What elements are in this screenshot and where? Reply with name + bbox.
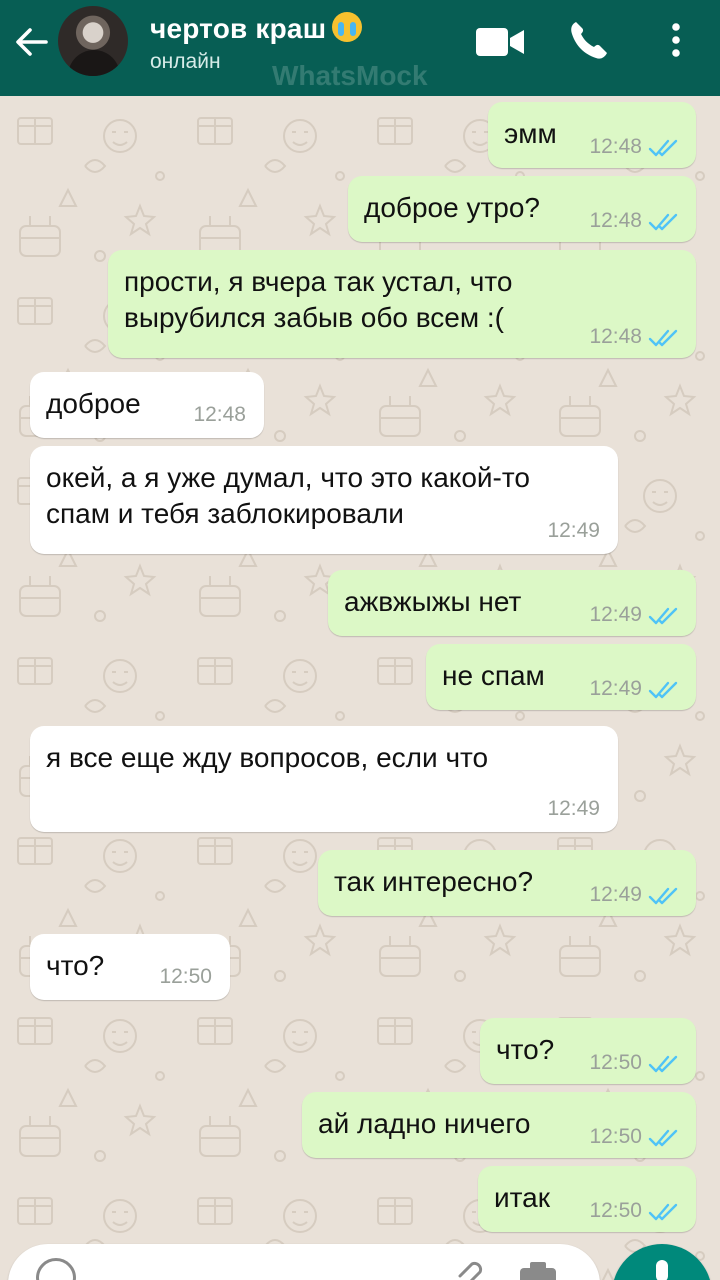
message-text: что? xyxy=(496,1034,555,1065)
message-text: прости, я вчера так устал, что вырубился… xyxy=(124,266,513,333)
read-ticks-icon xyxy=(648,887,678,905)
message-text: итак xyxy=(494,1182,550,1213)
message-outgoing[interactable]: ажвжыжы нет 12:49 xyxy=(328,570,696,636)
message-time: 12:48 xyxy=(589,209,642,232)
mic-icon xyxy=(656,1260,668,1280)
message-incoming[interactable]: я все еще жду вопросов, если что 12:49 xyxy=(30,726,618,832)
read-ticks-icon xyxy=(648,681,678,699)
message-time: 12:49 xyxy=(547,519,600,542)
read-ticks-icon xyxy=(648,1129,678,1147)
message-outgoing[interactable]: что? 12:50 xyxy=(480,1018,696,1084)
message-time: 12:49 xyxy=(547,797,600,820)
contact-name[interactable]: чертов краш xyxy=(150,12,363,45)
chat-header: чертов краш онлайн WhatsMock xyxy=(0,0,720,96)
read-ticks-icon xyxy=(648,607,678,625)
message-text: я все еще жду вопросов, если что xyxy=(46,742,489,773)
message-text: эмм xyxy=(504,118,557,149)
message-incoming[interactable]: что? 12:50 xyxy=(30,934,230,1000)
message-outgoing[interactable]: так интересно? 12:49 xyxy=(318,850,696,916)
message-input[interactable] xyxy=(8,1244,600,1280)
read-ticks-icon xyxy=(648,329,678,347)
phone-icon[interactable] xyxy=(566,18,610,62)
message-outgoing[interactable]: итак 12:50 xyxy=(478,1166,696,1232)
message-text: доброе xyxy=(46,388,141,419)
contact-name-text: чертов краш xyxy=(150,13,327,44)
message-outgoing[interactable]: прости, я вчера так устал, что вырубился… xyxy=(108,250,696,358)
camera-icon[interactable] xyxy=(518,1256,558,1280)
message-time: 12:50 xyxy=(159,965,212,988)
watermark: WhatsMock xyxy=(272,60,428,91)
back-arrow-icon[interactable] xyxy=(12,22,52,62)
read-ticks-icon xyxy=(648,139,678,157)
message-time: 12:49 xyxy=(589,677,642,700)
message-text: ай ладно ничего xyxy=(318,1108,531,1139)
message-time: 12:49 xyxy=(589,603,642,626)
contact-status: онлайн xyxy=(150,50,221,73)
message-time: 12:50 xyxy=(589,1051,642,1074)
message-time: 12:50 xyxy=(589,1125,642,1148)
message-list[interactable]: эмм 12:48 доброе утро? 12:48 прости, я в… xyxy=(0,96,720,1280)
message-text: окей, а я уже думал, что это какой-то сп… xyxy=(46,462,530,529)
message-text: что? xyxy=(46,950,105,981)
message-time: 12:49 xyxy=(589,883,642,906)
loudly-crying-face-icon xyxy=(332,12,363,42)
message-time: 12:48 xyxy=(589,325,642,348)
more-vert-icon[interactable] xyxy=(664,18,688,62)
read-ticks-icon xyxy=(648,213,678,231)
message-text: не спам xyxy=(442,660,545,691)
message-time: 12:48 xyxy=(193,403,246,426)
video-call-icon[interactable] xyxy=(474,22,526,62)
message-incoming[interactable]: доброе 12:48 xyxy=(30,372,264,438)
message-text: ажвжыжы нет xyxy=(344,586,522,617)
contact-avatar[interactable] xyxy=(58,6,128,76)
emoji-icon[interactable] xyxy=(36,1258,76,1280)
message-time: 12:50 xyxy=(589,1199,642,1222)
message-incoming[interactable]: окей, а я уже думал, что это какой-то сп… xyxy=(30,446,618,554)
message-text: доброе утро? xyxy=(364,192,540,223)
read-ticks-icon xyxy=(648,1203,678,1221)
message-outgoing[interactable]: ай ладно ничего 12:50 xyxy=(302,1092,696,1158)
message-outgoing[interactable]: эмм 12:48 xyxy=(488,102,696,168)
message-text: так интересно? xyxy=(334,866,534,897)
message-outgoing[interactable]: доброе утро? 12:48 xyxy=(348,176,696,242)
attach-icon[interactable] xyxy=(450,1256,486,1280)
read-ticks-icon xyxy=(648,1055,678,1073)
message-time: 12:48 xyxy=(589,135,642,158)
message-outgoing[interactable]: не спам 12:49 xyxy=(426,644,696,710)
